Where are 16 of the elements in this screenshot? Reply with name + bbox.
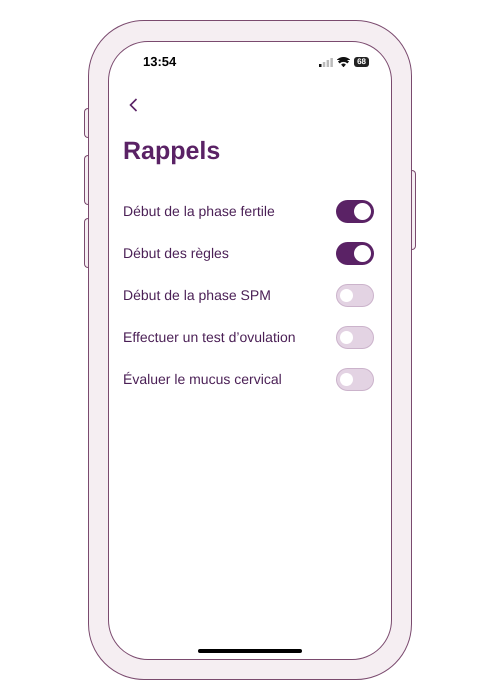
- wifi-icon: [337, 57, 350, 67]
- reminder-label: Début des règles: [123, 244, 229, 263]
- toggle-switch[interactable]: [336, 200, 374, 223]
- toggle-switch[interactable]: [336, 368, 374, 391]
- toggle-switch[interactable]: [336, 326, 374, 349]
- reminder-label: Début de la phase fertile: [123, 202, 275, 221]
- reminder-label: Effectuer un test d’ovulation: [123, 328, 296, 347]
- page-title: Rappels: [123, 136, 222, 167]
- toggle-switch[interactable]: [336, 284, 374, 307]
- reminder-label: Évaluer le mucus cervical: [123, 370, 282, 389]
- status-time: 13:54: [143, 53, 176, 72]
- signal-icon: [319, 58, 334, 66]
- toggle-switch[interactable]: [336, 242, 374, 265]
- reminder-label: Début de la phase SPM: [123, 286, 271, 305]
- battery-indicator: 68: [354, 57, 369, 67]
- back-icon: [129, 98, 138, 112]
